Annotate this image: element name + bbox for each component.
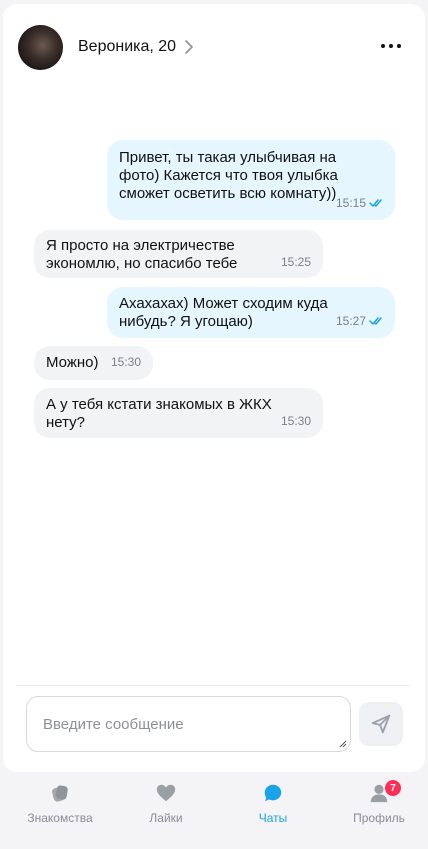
cards-icon <box>52 785 68 802</box>
composer-divider <box>16 685 410 686</box>
send-button[interactable] <box>359 702 403 746</box>
message-time: 15:15 <box>336 194 385 212</box>
send-icon <box>371 714 391 734</box>
message-text: Привет, ты такая улыбчивая на фото) Каже… <box>119 149 338 202</box>
tab-chats[interactable]: Чаты <box>228 782 318 832</box>
tab-label: Лайки <box>149 811 183 825</box>
message-bubble-outgoing[interactable]: Привет, ты такая улыбчивая на фото) Каже… <box>107 140 395 220</box>
notification-badge: 7 <box>385 780 401 796</box>
tab-label: Профиль <box>353 811 405 825</box>
message-text: Можно) <box>46 354 99 371</box>
chat-bubble-icon <box>264 784 282 802</box>
message-input[interactable]: Введите сообщение <box>26 696 351 752</box>
message-time: 15:25 <box>280 255 311 269</box>
double-check-icon <box>369 199 382 207</box>
more-options-icon[interactable] <box>381 38 401 54</box>
tab-profile[interactable]: 7 Профиль <box>334 780 424 832</box>
message-bubble-incoming[interactable]: Я просто на электричестве экономлю, но с… <box>34 230 323 278</box>
tab-label: Чаты <box>258 811 288 825</box>
message-bubble-outgoing[interactable]: Ахахахах) Может сходим куда нибудь? Я уг… <box>107 287 395 338</box>
avatar[interactable] <box>18 24 63 70</box>
message-time: 15:27 <box>336 312 385 330</box>
message-text: А у тебя кстати знакомых в ЖКХ нету? <box>46 396 272 431</box>
message-text: Я просто на электричестве экономлю, но с… <box>46 237 238 272</box>
tab-likes[interactable]: Лайки <box>121 782 211 832</box>
tab-dating[interactable]: Знакомства <box>15 782 105 832</box>
contact-profile-link[interactable]: Вероника, 20 <box>78 38 194 56</box>
message-time: 15:30 <box>110 355 141 369</box>
heart-icon <box>156 784 176 802</box>
message-bubble-incoming[interactable]: А у тебя кстати знакомых в ЖКХ нету? 15:… <box>34 388 323 438</box>
resize-handle-icon[interactable] <box>339 740 347 748</box>
message-time: 15:30 <box>280 414 311 428</box>
chat-card: Вероника, 20 Привет, ты такая улыбчивая … <box>3 4 425 772</box>
contact-name: Вероника, 20 <box>78 38 177 55</box>
chevron-right-icon <box>185 40 193 54</box>
chat-header: Вероника, 20 <box>3 4 425 90</box>
double-check-icon <box>369 317 382 325</box>
bottom-tab-bar: Знакомства Лайки Чаты 7 Профиль <box>0 772 428 849</box>
message-input-placeholder: Введите сообщение <box>43 715 184 733</box>
message-text: Ахахахах) Может сходим куда нибудь? Я уг… <box>119 295 328 330</box>
message-bubble-incoming[interactable]: Можно) 15:30 <box>34 346 153 380</box>
tab-label: Знакомства <box>27 811 93 825</box>
